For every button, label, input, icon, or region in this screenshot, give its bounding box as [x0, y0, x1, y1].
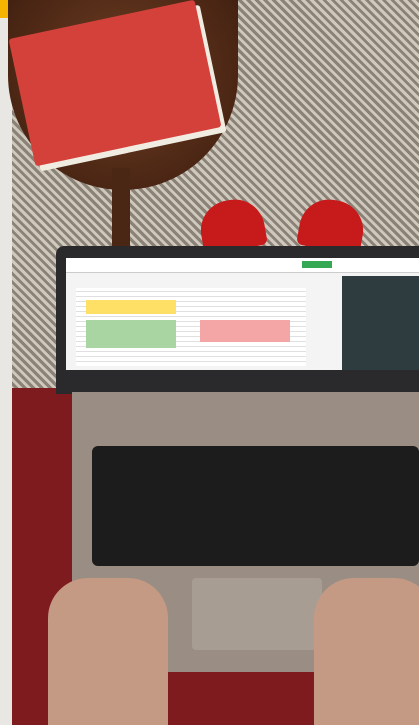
share-button: [302, 261, 332, 268]
spreadsheet-yellow-block: [86, 300, 176, 314]
calculator-panel: [342, 276, 419, 370]
keyboard: [92, 446, 419, 566]
spreadsheet-toolbar: [66, 258, 419, 273]
side-table-leg: [112, 168, 130, 248]
spreadsheet-green-block: [86, 320, 176, 348]
right-hand: [314, 578, 419, 725]
laptop-screen: [66, 258, 419, 370]
trackpad: [192, 578, 322, 650]
left-hand: [48, 578, 168, 725]
photo: [0, 0, 419, 725]
spreadsheet-red-block: [200, 320, 290, 342]
